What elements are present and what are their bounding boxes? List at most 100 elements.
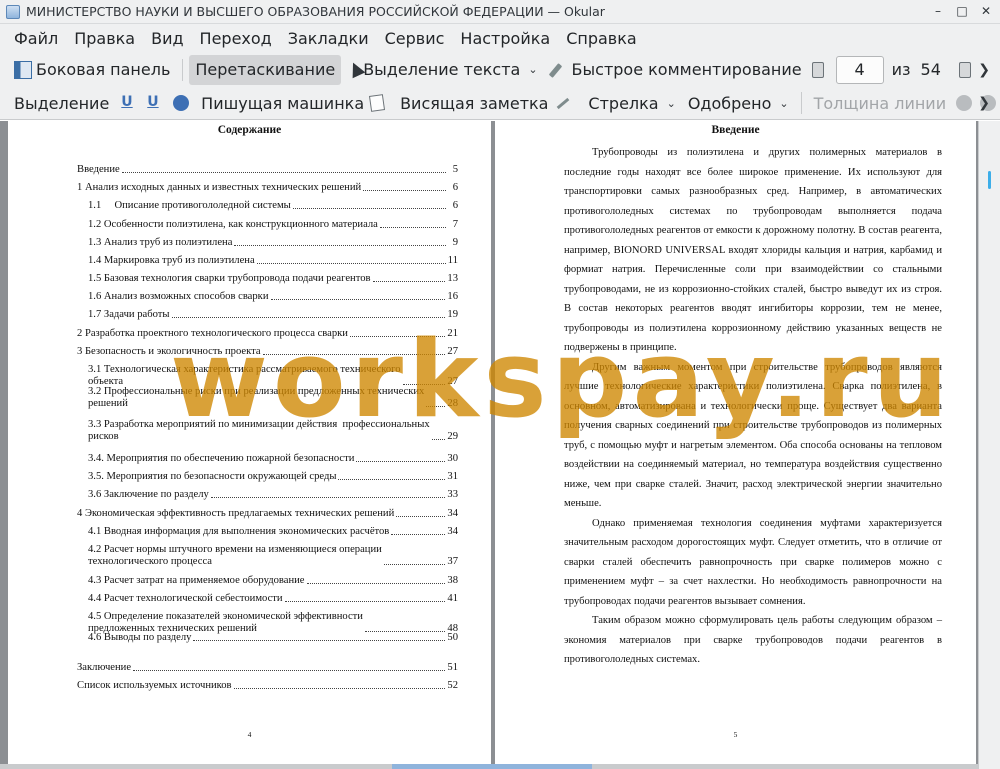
chevron-down-icon[interactable]: ⌄ xyxy=(779,97,788,110)
sidebar-button[interactable]: Боковая панель xyxy=(8,55,176,85)
document-view[interactable]: Содержание Введение 5 1 Анализ исходных да… xyxy=(0,121,1000,769)
pen-icon xyxy=(550,61,568,79)
chevron-down-icon[interactable]: ⌄ xyxy=(528,63,537,76)
stamp-selector[interactable]: Одобрено ⌄ xyxy=(682,88,795,118)
toc-entry-label: 4.4 Расчет технологической себестоимости xyxy=(88,593,283,604)
menu-tools[interactable]: Сервис xyxy=(377,29,453,48)
toc-entry-label: Список используемых источников xyxy=(77,680,232,691)
menu-help[interactable]: Справка xyxy=(558,29,645,48)
toc-entry[interactable]: 1 Анализ исходных данных и известных тех… xyxy=(77,182,458,194)
toc-entry[interactable]: 3.4. Мероприятия по обеспечению пожарной… xyxy=(77,453,458,465)
selection-tool-button[interactable]: Выделение xyxy=(8,88,115,118)
toc-leader-dots xyxy=(292,208,446,209)
page-total-label: 54 xyxy=(920,60,941,79)
toc-leader-dots xyxy=(121,172,446,173)
popup-note-tool-button[interactable]: Висящая заметка xyxy=(394,88,554,118)
page-of-label: из xyxy=(891,60,911,79)
toc-entry[interactable]: 1.7 Задачи работы 19 xyxy=(77,309,458,321)
toc-entry-page: 28 xyxy=(447,398,458,409)
toc-entry-label: 1.5 Базовая технология сварки трубопрово… xyxy=(88,273,371,284)
sidebar-label: Боковая панель xyxy=(36,60,171,79)
toc-leader-dots xyxy=(234,245,446,246)
menu-settings[interactable]: Настройка xyxy=(452,29,558,48)
toc-entry-page: 27 xyxy=(447,346,458,357)
stamp-icon[interactable] xyxy=(173,95,190,111)
toc-entry[interactable]: 1.1 Описание противогололедной системы 6 xyxy=(77,200,458,212)
menu-file[interactable]: Файл xyxy=(6,29,66,48)
minimize-icon[interactable]: – xyxy=(930,3,946,19)
toc-entry-page: 30 xyxy=(447,453,458,464)
toc-entry[interactable]: 3.1 Технологическая характеристика рассм… xyxy=(77,364,458,388)
toc-entry-page: 19 xyxy=(447,309,458,320)
toc-entry-page: 21 xyxy=(447,328,458,339)
toc-entry-page: 34 xyxy=(447,526,458,537)
toc-entry[interactable]: 4.1 Вводная информация для выполнения эк… xyxy=(77,526,458,538)
toc-entry-label: 1 Анализ исходных данных и известных тех… xyxy=(77,182,362,193)
toc-entry-page: 31 xyxy=(447,471,458,482)
vertical-scrollbar[interactable] xyxy=(978,121,1000,769)
toc-entry[interactable]: Заключение 51 xyxy=(77,662,458,674)
menu-bookmarks[interactable]: Закладки xyxy=(280,29,377,48)
toolbar-overflow-icon[interactable]: ❯ xyxy=(978,95,990,111)
close-icon[interactable]: ✕ xyxy=(978,3,994,19)
toc-entry[interactable]: 3.2 Профессиональные риски при реализаци… xyxy=(77,386,458,410)
toc-entry[interactable]: 1.6 Анализ возможных способов сварки 16 xyxy=(77,291,458,303)
toc-entry[interactable]: 3 Безопасность и экологичность проекта 27 xyxy=(77,346,458,358)
toc-entry[interactable]: 4.6 Выводы по разделу 50 xyxy=(77,632,458,644)
toc-entry-page: 51 xyxy=(447,662,458,673)
toc-entry-label: 1.2 Особенности полиэтилена, как констру… xyxy=(88,219,378,230)
toc-entry[interactable]: 1.3 Анализ труб из полиэтилена 9 xyxy=(77,237,458,249)
toc-leader-dots xyxy=(349,336,446,337)
toc-entry[interactable]: 3.6 Заключение по разделу 33 xyxy=(77,489,458,501)
squiggle-icon[interactable]: U xyxy=(147,94,161,112)
toc-entry[interactable]: 2 Разработка проектного технологического… xyxy=(77,328,458,340)
toc-entry-label: 4.2 Расчет нормы штучного времени на изм… xyxy=(88,544,382,567)
menu-go[interactable]: Переход xyxy=(192,29,280,48)
toc-entry-label: 3.1 Технологическая характеристика рассм… xyxy=(88,364,401,387)
toc-leader-dots xyxy=(233,688,446,689)
toc-leader-dots xyxy=(363,190,446,191)
toc-entry[interactable]: 1.4 Маркировка труб из полиэтилена 11 xyxy=(77,255,458,267)
toc-entry[interactable]: 3.5. Мероприятия по безопасности окружаю… xyxy=(77,471,458,483)
toc-entry-page: 16 xyxy=(447,291,458,302)
quick-annotation-button[interactable]: Быстрое комментирование xyxy=(544,55,808,85)
toc-entry[interactable]: 4.3 Расчет затрат на применяемое оборудо… xyxy=(77,575,458,587)
browse-tool-button[interactable]: Перетаскивание xyxy=(189,54,342,85)
toc-entry[interactable]: Список используемых источников 52 xyxy=(77,680,458,692)
quick-annotation-label: Быстрое комментирование xyxy=(571,60,802,79)
chevron-down-icon[interactable]: ⌄ xyxy=(667,97,676,110)
horizontal-scrollbar-thumb[interactable] xyxy=(392,764,592,769)
toc-entry[interactable]: 3.3 Разработка мероприятий по минимизаци… xyxy=(77,419,458,443)
toc-entry[interactable]: 4.2 Расчет нормы штучного времени на изм… xyxy=(77,544,458,568)
toc-entry[interactable]: 1.5 Базовая технология сварки трубопрово… xyxy=(77,273,458,285)
toc-leader-dots xyxy=(262,354,446,355)
text-select-tool-button[interactable]: Выделение текста ⌄ xyxy=(341,55,543,85)
toc-entry[interactable]: Введение 5 xyxy=(77,164,458,176)
toc-leader-dots xyxy=(431,439,446,440)
toc-entry-page: 29 xyxy=(447,431,458,442)
toc-entry[interactable]: 4 Экономическая эффективность предлагаем… xyxy=(77,508,458,520)
popup-note-label: Висящая заметка xyxy=(400,93,549,113)
scrollbar-thumb[interactable] xyxy=(988,171,991,189)
underline-icon[interactable]: U xyxy=(121,94,135,112)
toolbar-overflow-icon[interactable]: ❯ xyxy=(978,62,990,78)
color-icon[interactable] xyxy=(956,95,973,111)
okular-icon xyxy=(6,4,20,19)
paragraph: Другим важным моментом при строительстве… xyxy=(564,361,942,510)
toc-entry-label: 3.3 Разработка мероприятий по минимизаци… xyxy=(88,419,430,442)
page-number-input[interactable]: 4 xyxy=(835,55,884,84)
menu-view[interactable]: Вид xyxy=(143,29,191,48)
menu-edit[interactable]: Правка xyxy=(66,29,143,48)
toc-entry-label: 2 Разработка проектного технологического… xyxy=(77,328,348,339)
horizontal-scrollbar[interactable] xyxy=(0,764,978,769)
toc-entry-label: 4.6 Выводы по разделу xyxy=(88,632,192,643)
next-page-icon[interactable] xyxy=(958,61,971,78)
previous-page-icon[interactable] xyxy=(811,61,824,78)
arrow-tool-button[interactable]: Стрелка ⌄ xyxy=(582,88,681,118)
toc-entry[interactable]: 1.2 Особенности полиэтилена, как констру… xyxy=(77,219,458,231)
maximize-icon[interactable]: □ xyxy=(954,3,970,19)
toc-entry[interactable]: 4.4 Расчет технологической себестоимости… xyxy=(77,593,458,605)
toc-entry-page: 7 xyxy=(452,219,458,230)
line-width-selector[interactable]: Толщина линии xyxy=(808,88,953,118)
typewriter-tool-button[interactable]: Пишущая машинка xyxy=(195,88,370,118)
